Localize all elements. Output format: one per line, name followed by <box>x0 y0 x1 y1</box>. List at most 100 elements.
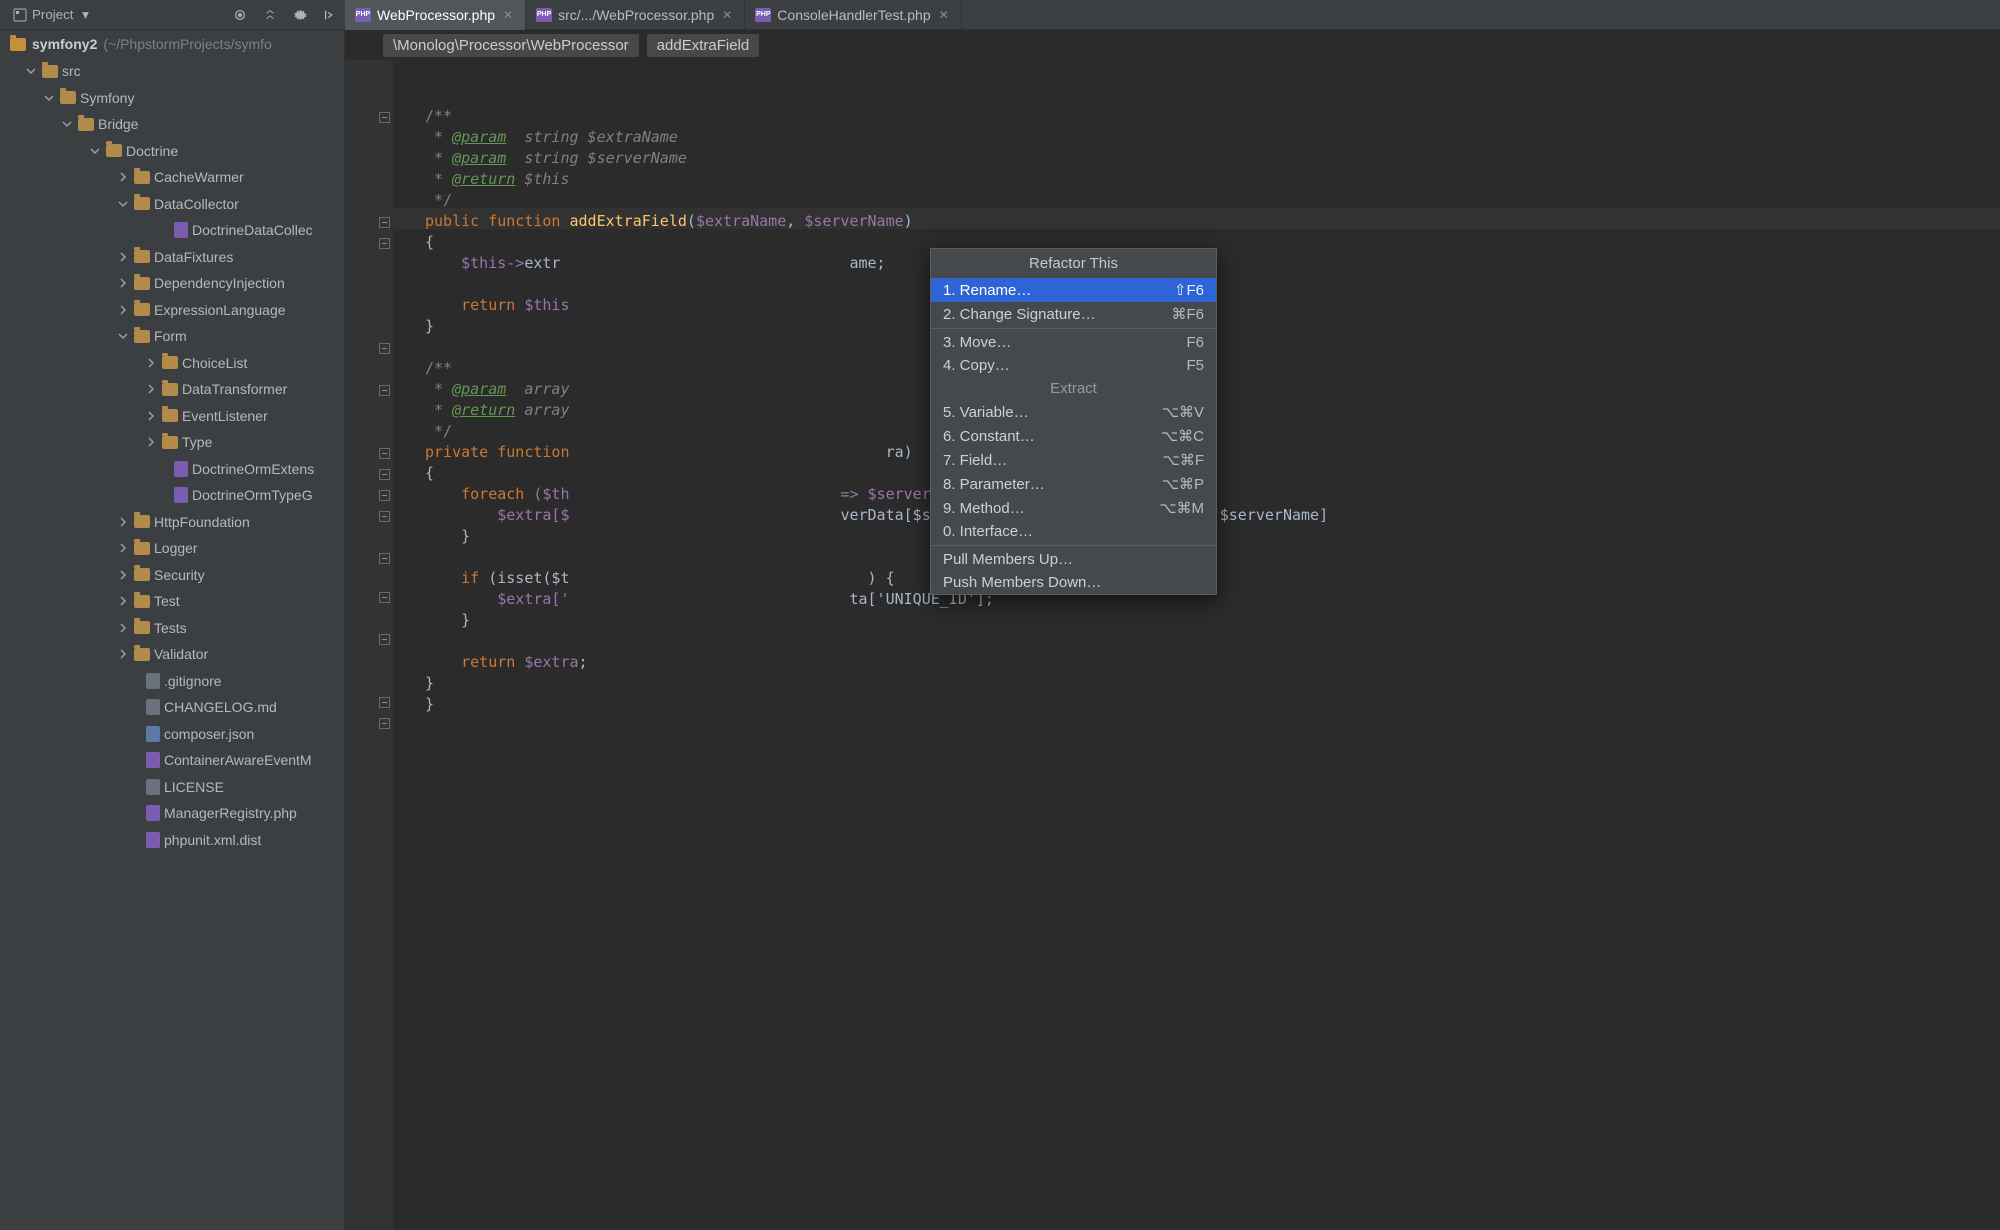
chevron-down-icon[interactable] <box>60 117 74 131</box>
chevron-down-icon[interactable] <box>116 197 130 211</box>
tree-folder[interactable]: DataTransformer <box>0 376 344 403</box>
chevron-down-icon[interactable] <box>24 64 38 78</box>
tree-folder[interactable]: Security <box>0 562 344 589</box>
tree-folder[interactable]: DataCollector <box>0 191 344 218</box>
tree-folder[interactable]: DataFixtures <box>0 244 344 271</box>
tab-consolehandlertest[interactable]: PHP ConsoleHandlerTest.php ✕ <box>745 0 961 30</box>
file-icon <box>146 726 160 742</box>
tree-folder[interactable]: Symfony <box>0 85 344 112</box>
popup-item[interactable]: 1. Rename…⇧F6 <box>931 278 1216 302</box>
chevron-right-icon[interactable] <box>116 276 130 290</box>
tree-file[interactable]: CHANGELOG.md <box>0 694 344 721</box>
tree-folder[interactable]: Doctrine <box>0 138 344 165</box>
locate-icon[interactable] <box>225 4 255 26</box>
popup-item[interactable]: 8. Parameter…⌥⌘P <box>931 472 1216 496</box>
tree-folder[interactable]: Logger <box>0 535 344 562</box>
chevron-right-icon[interactable] <box>144 409 158 423</box>
popup-item-shortcut: ⇧F6 <box>1174 281 1204 299</box>
tree-label: Logger <box>154 535 198 562</box>
tree-file[interactable]: composer.json <box>0 721 344 748</box>
tree-folder[interactable]: Validator <box>0 641 344 668</box>
tree-folder[interactable]: CacheWarmer <box>0 164 344 191</box>
project-tool-button[interactable]: Project ▾ <box>4 3 101 27</box>
tree-folder[interactable]: Form <box>0 323 344 350</box>
tree-folder[interactable]: HttpFoundation <box>0 509 344 536</box>
tree-label: phpunit.xml.dist <box>164 827 261 854</box>
gear-icon[interactable] <box>285 4 315 26</box>
breadcrumb-path[interactable]: \Monolog\Processor\WebProcessor <box>383 34 639 57</box>
tree-folder[interactable]: Tests <box>0 615 344 642</box>
chevron-down-icon[interactable] <box>42 91 56 105</box>
chevron-right-icon[interactable] <box>116 594 130 608</box>
popup-item[interactable]: 9. Method…⌥⌘M <box>931 496 1216 520</box>
folder-icon <box>106 144 122 157</box>
chevron-right-icon[interactable] <box>116 621 130 635</box>
tree-folder[interactable]: src <box>0 58 344 85</box>
tree-folder[interactable]: DependencyInjection <box>0 270 344 297</box>
close-icon[interactable]: ✕ <box>937 8 951 22</box>
chevron-right-icon[interactable] <box>116 515 130 529</box>
tree-label: CacheWarmer <box>154 164 244 191</box>
tree-folder[interactable]: Bridge <box>0 111 344 138</box>
tree-label: ManagerRegistry.php <box>164 800 297 827</box>
collapse-all-icon[interactable] <box>255 4 285 26</box>
popup-item[interactable]: 3. Move…F6 <box>931 331 1216 354</box>
tree-folder[interactable]: ChoiceList <box>0 350 344 377</box>
popup-item[interactable]: 2. Change Signature…⌘F6 <box>931 302 1216 326</box>
chevron-right-icon[interactable] <box>144 382 158 396</box>
tree-label: DoctrineOrmExtens <box>192 456 314 483</box>
tree-folder[interactable]: Type <box>0 429 344 456</box>
chevron-right-icon[interactable] <box>116 303 130 317</box>
close-icon[interactable]: ✕ <box>720 8 734 22</box>
folder-icon <box>134 621 150 634</box>
tree-folder[interactable]: EventListener <box>0 403 344 430</box>
tree-file[interactable]: ManagerRegistry.php <box>0 800 344 827</box>
popup-item[interactable]: 4. Copy…F5 <box>931 354 1216 377</box>
code-area[interactable]: /** * @param string $extraName * @param … <box>393 60 2000 1230</box>
project-sidebar[interactable]: symfony2 (~/PhpstormProjects/symfo srcSy… <box>0 30 345 1230</box>
tree-label: composer.json <box>164 721 254 748</box>
tree-label: DataCollector <box>154 191 239 218</box>
popup-item-label: 8. Parameter… <box>943 476 1045 493</box>
popup-item[interactable]: Pull Members Up… <box>931 548 1216 571</box>
tree-file[interactable]: .gitignore <box>0 668 344 695</box>
folder-icon <box>134 648 150 661</box>
popup-item-label: 9. Method… <box>943 500 1025 517</box>
tab-webprocessor[interactable]: PHP WebProcessor.php ✕ <box>345 0 526 30</box>
tree-label: Validator <box>154 641 208 668</box>
chevron-right-icon[interactable] <box>116 170 130 184</box>
tree-file[interactable]: ContainerAwareEventM <box>0 747 344 774</box>
chevron-down-icon[interactable] <box>88 144 102 158</box>
tree-folder[interactable]: Test <box>0 588 344 615</box>
tree-label: EventListener <box>182 403 268 430</box>
tree-file[interactable]: DoctrineOrmExtens <box>0 456 344 483</box>
chevron-right-icon[interactable] <box>116 250 130 264</box>
hide-icon[interactable] <box>315 4 345 26</box>
popup-item[interactable]: 7. Field…⌥⌘F <box>931 448 1216 472</box>
chevron-right-icon[interactable] <box>116 541 130 555</box>
file-icon <box>174 487 188 503</box>
popup-item[interactable]: 6. Constant…⌥⌘C <box>931 424 1216 448</box>
chevron-right-icon[interactable] <box>116 647 130 661</box>
file-icon <box>146 673 160 689</box>
editor[interactable]: \Monolog\Processor\WebProcessor addExtra… <box>345 30 2000 1230</box>
chevron-right-icon[interactable] <box>116 568 130 582</box>
project-root[interactable]: symfony2 (~/PhpstormProjects/symfo <box>0 30 344 58</box>
tab-src-webprocessor[interactable]: PHP src/.../WebProcessor.php ✕ <box>526 0 745 30</box>
popup-item[interactable]: 5. Variable…⌥⌘V <box>931 400 1216 424</box>
tree-file[interactable]: LICENSE <box>0 774 344 801</box>
popup-item[interactable]: 0. Interface… <box>931 520 1216 543</box>
chevron-down-icon[interactable] <box>116 329 130 343</box>
tree-file[interactable]: phpunit.xml.dist <box>0 827 344 854</box>
breadcrumb-member[interactable]: addExtraField <box>647 34 760 57</box>
tree-file[interactable]: DoctrineDataCollec <box>0 217 344 244</box>
chevron-right-icon[interactable] <box>144 356 158 370</box>
file-icon <box>146 752 160 768</box>
chevron-right-icon[interactable] <box>144 435 158 449</box>
popup-item[interactable]: Push Members Down… <box>931 571 1216 594</box>
folder-icon <box>162 356 178 369</box>
tree-file[interactable]: DoctrineOrmTypeG <box>0 482 344 509</box>
folder-icon <box>134 568 150 581</box>
close-icon[interactable]: ✕ <box>501 8 515 22</box>
tree-folder[interactable]: ExpressionLanguage <box>0 297 344 324</box>
